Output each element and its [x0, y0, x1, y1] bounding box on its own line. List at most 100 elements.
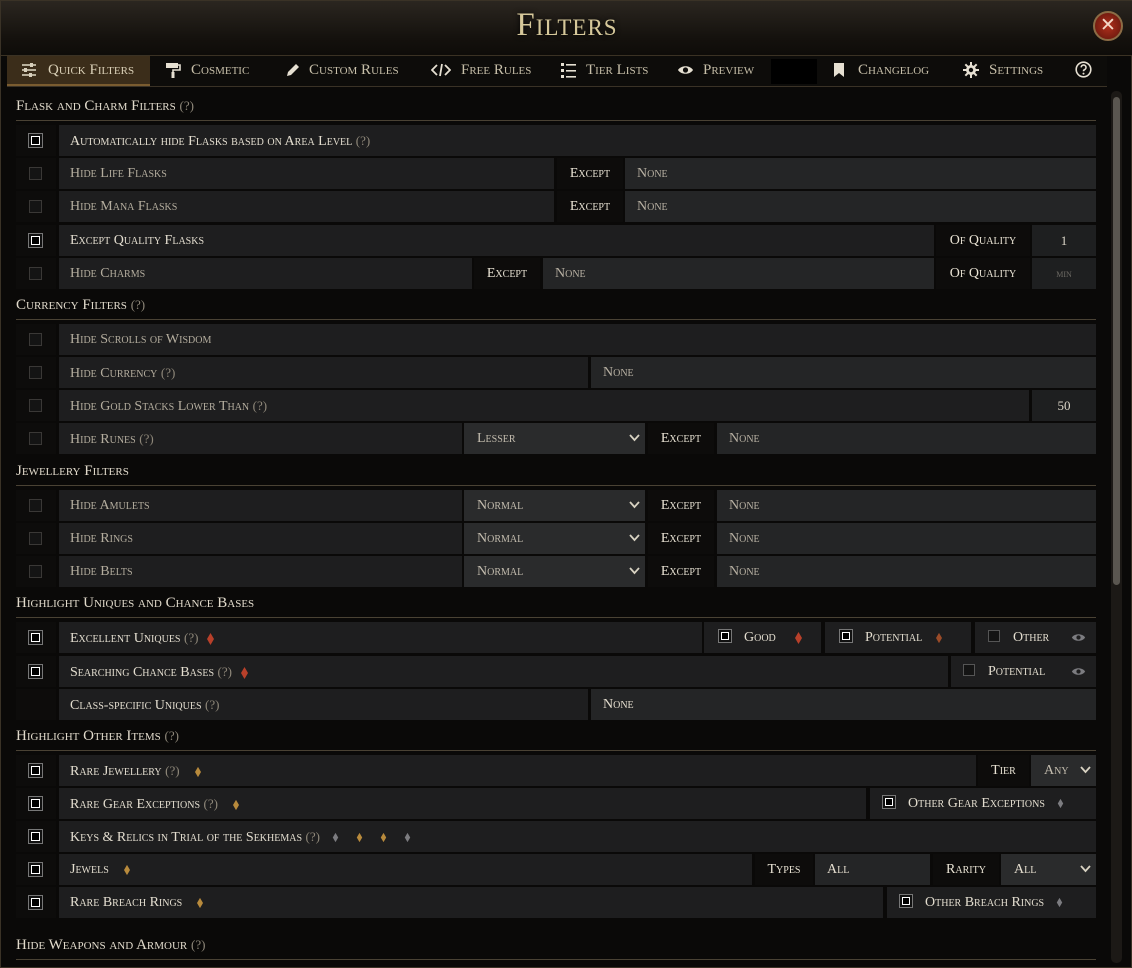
auto-hide-flasks-checkbox[interactable] [29, 134, 42, 147]
hide-currency-checkbox[interactable] [29, 366, 42, 379]
row-excellent-uniques: Excellent Uniques (?) Good Potential Oth… [16, 622, 1096, 653]
hide-mana-flasks-checkbox[interactable] [29, 200, 42, 213]
class-specific-input[interactable]: None [591, 689, 1096, 720]
help-mark[interactable]: (?) [204, 796, 218, 811]
except-quality-flasks-checkbox[interactable] [29, 234, 42, 247]
tab-free-rules[interactable]: Free Rules [431, 56, 541, 86]
checkbox-cell [16, 821, 56, 852]
hide-scrolls-label: Hide Scrolls of Wisdom [59, 324, 1096, 355]
hide-life-flasks-checkbox[interactable] [29, 167, 42, 180]
tab-cosmetic[interactable]: Cosmetic [161, 56, 261, 86]
help-mark[interactable]: (?) [205, 697, 219, 712]
other-gear-exceptions-checkbox[interactable] [883, 796, 895, 808]
grey-drop-icon [404, 833, 411, 843]
amulets-except-input[interactable]: None [717, 490, 1096, 521]
hide-belts-label: Hide Belts [59, 556, 462, 587]
jewel-rarity-select[interactable]: All [1001, 854, 1096, 885]
eye-icon[interactable] [1071, 632, 1086, 643]
mana-flasks-except-input[interactable]: None [625, 191, 1096, 222]
help-mark[interactable]: (?) [139, 431, 153, 446]
hide-amulets-checkbox[interactable] [29, 499, 42, 512]
runes-tier-select[interactable]: Lesser [464, 423, 645, 454]
help-mark[interactable]: (?) [165, 728, 179, 743]
eye-icon[interactable] [1071, 666, 1086, 677]
gold-threshold-input[interactable]: 50 [1032, 390, 1096, 421]
checkbox-cell [16, 556, 56, 587]
hide-belts-checkbox[interactable] [29, 565, 42, 578]
tab-settings[interactable]: Settings [963, 56, 1058, 86]
charms-except-input[interactable]: None [543, 258, 934, 289]
help-mark[interactable]: (?) [356, 133, 370, 148]
hide-runes-checkbox[interactable] [29, 432, 42, 445]
tab-help[interactable] [1073, 56, 1095, 86]
good-checkbox[interactable] [719, 630, 731, 642]
row-label: Automatically hide Flasks based on Area … [59, 125, 1096, 156]
runes-except-input[interactable]: None [717, 423, 1096, 454]
excellent-uniques-checkbox[interactable] [29, 631, 42, 644]
other-checkbox[interactable] [988, 630, 1000, 642]
help-mark[interactable]: (?) [165, 763, 179, 778]
tab-changelog[interactable]: Changelog [833, 56, 943, 86]
help-mark[interactable]: (?) [161, 365, 175, 380]
tab-preview[interactable]: Preview [677, 56, 772, 86]
other-option[interactable]: Other [975, 622, 1096, 653]
help-mark[interactable]: (?) [180, 98, 194, 113]
jewels-checkbox[interactable] [29, 863, 42, 876]
potential-checkbox[interactable] [840, 630, 852, 642]
bookmark-icon [834, 63, 844, 77]
auto-hide-flasks-label: Automatically hide Flasks based on Area … [70, 134, 353, 149]
tab-tier-lists[interactable]: Tier Lists [560, 56, 660, 86]
flask-quality-input[interactable]: 1 [1032, 225, 1096, 256]
other-gear-label: Other Gear Exceptions [908, 796, 1045, 811]
help-mark[interactable]: (?) [253, 398, 267, 413]
chance-bases-checkbox[interactable] [29, 665, 42, 678]
life-flasks-except-input[interactable]: None [625, 158, 1096, 189]
row-hide-life-flasks: Hide Life Flasks Except None [16, 158, 1096, 189]
rare-jewellery-tier-select[interactable]: Any [1031, 755, 1096, 786]
hide-charms-checkbox[interactable] [29, 267, 42, 280]
tab-label: Tier Lists [586, 62, 649, 78]
except-label: Except [648, 556, 714, 587]
hide-gold-checkbox[interactable] [29, 399, 42, 412]
red-drop-icon [240, 666, 248, 679]
good-option[interactable]: Good [704, 622, 821, 653]
close-button[interactable]: ✕ [1093, 11, 1123, 41]
belts-rarity-select[interactable]: Normal [464, 556, 645, 587]
other-breach-rings-checkbox[interactable] [900, 895, 912, 907]
section-uniques: Highlight Uniques and Chance Bases [16, 592, 1096, 618]
keys-relics-checkbox[interactable] [29, 830, 42, 843]
help-mark[interactable]: (?) [306, 829, 320, 844]
hide-scrolls-checkbox[interactable] [29, 333, 42, 346]
belts-except-input[interactable]: None [717, 556, 1096, 587]
help-mark[interactable]: (?) [218, 664, 232, 679]
amulets-rarity-select[interactable]: Normal [464, 490, 645, 521]
jewel-types-input[interactable]: All [815, 854, 930, 885]
other-gear-exceptions-option[interactable]: Other Gear Exceptions [870, 788, 1096, 819]
rings-except-input[interactable]: None [717, 523, 1096, 554]
tab-quick-filters[interactable]: Quick Filters [7, 56, 150, 86]
checkbox-cell [16, 490, 56, 521]
hide-rings-checkbox[interactable] [29, 532, 42, 545]
other-breach-rings-option[interactable]: Other Breach Rings [887, 887, 1096, 918]
currency-except-input[interactable]: None [591, 357, 1096, 388]
scrollbar-thumb[interactable] [1113, 97, 1120, 585]
except-quality-flasks-label: Except Quality Flasks [59, 225, 934, 256]
help-mark[interactable]: (?) [131, 297, 145, 312]
excellent-uniques-label: Excellent Uniques [70, 631, 181, 646]
rings-rarity-select[interactable]: Normal [464, 523, 645, 554]
checkbox-cell [16, 854, 56, 885]
paint-roller-icon [166, 63, 181, 78]
hide-currency-label: Hide Currency [70, 366, 158, 381]
tab-custom-rules[interactable]: Custom Rules [283, 56, 413, 86]
chance-potential-option[interactable]: Potential [951, 656, 1096, 687]
rare-jewellery-checkbox[interactable] [29, 764, 42, 777]
rare-breach-rings-checkbox[interactable] [29, 896, 42, 909]
except-label: Except [557, 191, 623, 222]
charm-quality-input[interactable]: min [1032, 258, 1096, 289]
potential-option[interactable]: Potential [825, 622, 971, 653]
rare-gear-exceptions-checkbox[interactable] [29, 797, 42, 810]
help-mark[interactable]: (?) [184, 630, 198, 645]
chance-potential-checkbox[interactable] [963, 664, 975, 676]
help-mark[interactable]: (?) [191, 937, 205, 952]
except-label: Except [557, 158, 623, 189]
